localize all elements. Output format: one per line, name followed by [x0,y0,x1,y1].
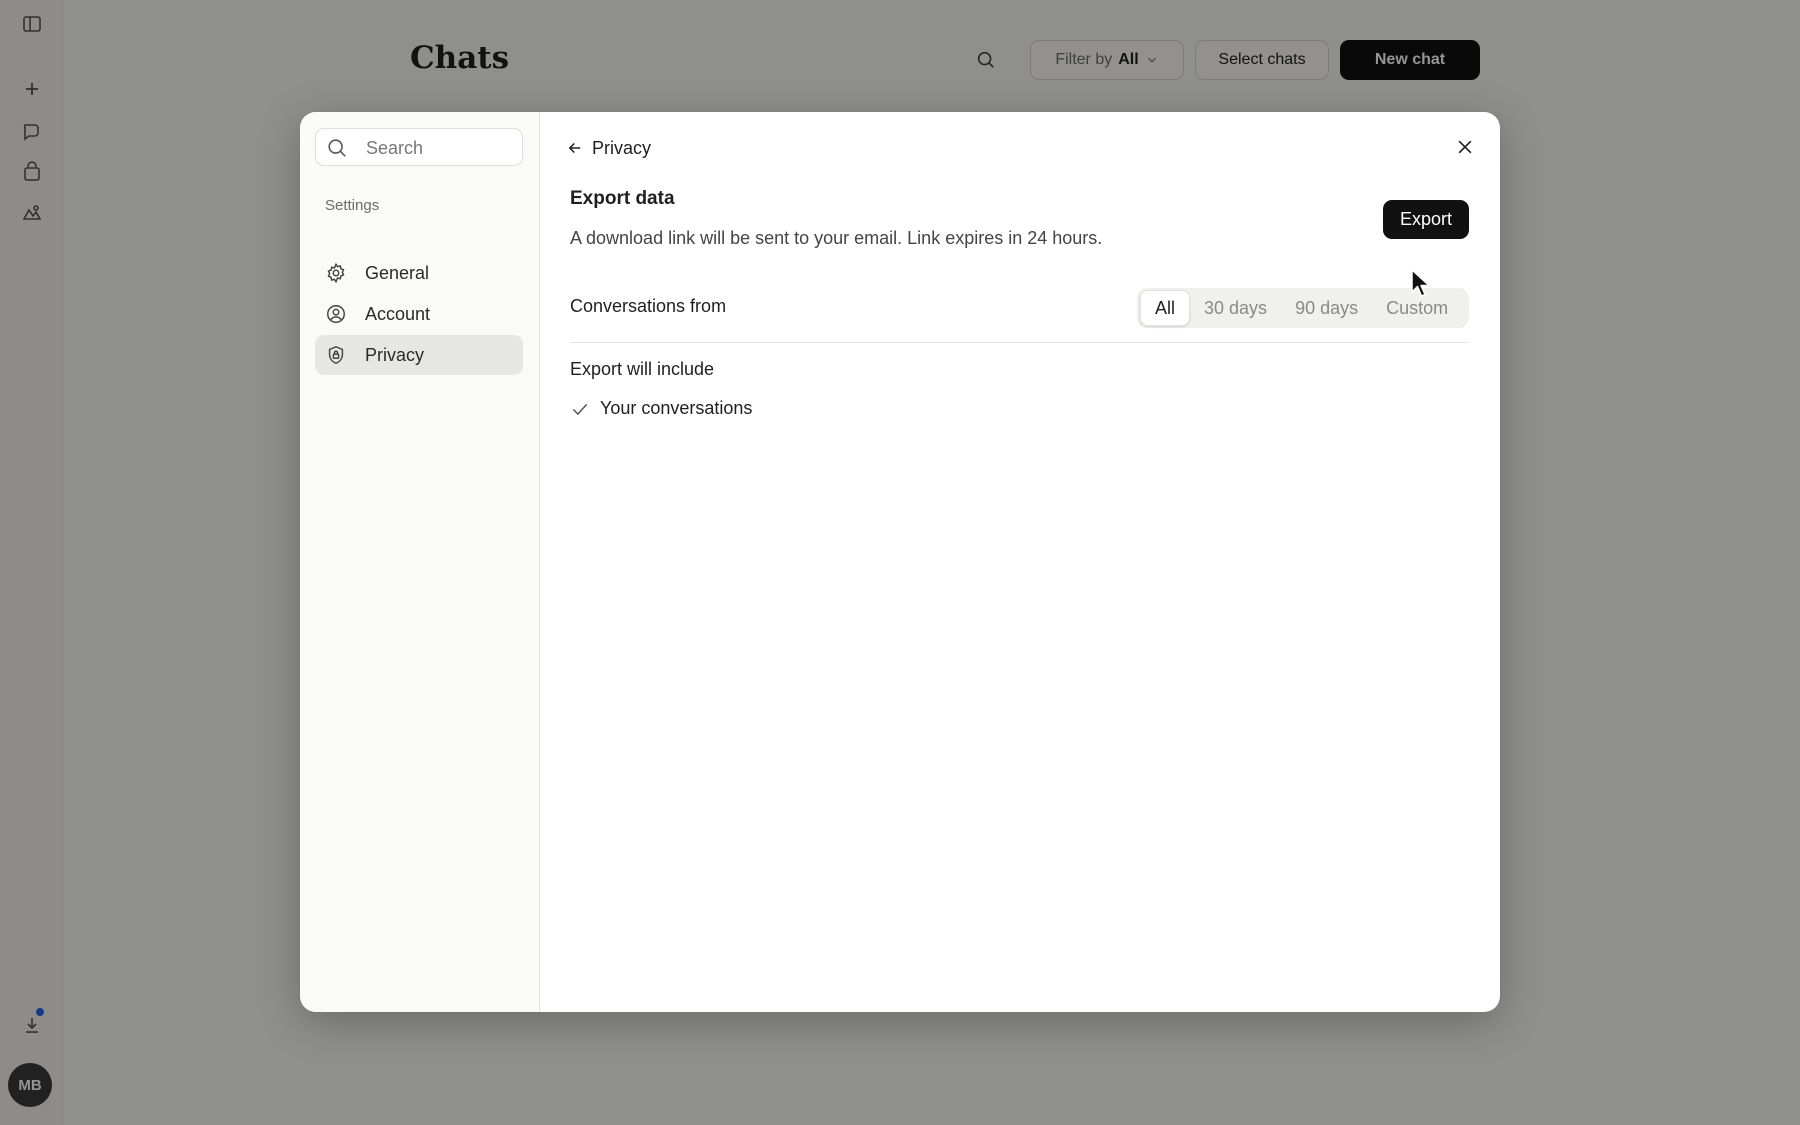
back-label: Privacy [592,137,652,158]
range-option-30-days[interactable]: 30 days [1190,291,1281,325]
export-button[interactable]: Export [1383,200,1469,239]
sidebar-item-privacy[interactable]: Privacy [315,335,523,375]
include-item-label: Your conversations [600,398,753,418]
check-icon [572,403,588,415]
close-button[interactable] [1452,134,1478,160]
settings-search[interactable] [315,128,523,167]
export-description: A download link will be sent to your ema… [570,228,1103,248]
export-data-heading: Export data [570,188,675,209]
sidebar-item-label: General [365,262,430,283]
sidebar-item-label: Account [365,303,431,324]
close-icon [1458,140,1472,154]
list-item: Your conversations [570,398,752,419]
back-button[interactable]: Privacy [566,134,651,162]
range-option-all[interactable]: All [1140,290,1191,326]
sidebar-item-general[interactable]: General [315,253,523,293]
sidebar-item-label: Privacy [365,344,425,365]
settings-sidebar: Settings General Account Privacy [300,112,540,1012]
divider [570,342,1469,343]
conversations-from-label: Conversations from [570,296,727,316]
arrow-left-icon [568,142,581,154]
range-option-90-days[interactable]: 90 days [1281,291,1372,325]
user-circle-icon [325,303,347,325]
sidebar-item-account[interactable]: Account [315,294,523,334]
export-include-heading: Export will include [570,359,715,379]
settings-search-input[interactable] [364,129,518,167]
settings-content: Privacy Export data A download link will… [540,112,1500,1012]
gear-icon [325,262,347,284]
settings-section-label: Settings [325,197,380,214]
shield-lock-icon [325,344,347,366]
search-icon [328,139,346,157]
mouse-cursor-icon [1411,269,1430,297]
settings-modal: Settings General Account Privacy Privacy [300,112,1500,1012]
